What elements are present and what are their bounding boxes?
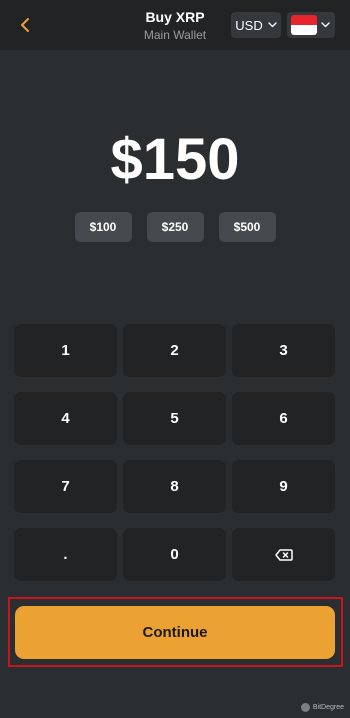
backspace-icon [274, 548, 293, 561]
indonesia-flag-icon [291, 15, 317, 35]
key-9[interactable]: 9 [232, 460, 335, 513]
currency-select[interactable]: USD [231, 12, 281, 38]
page-title: Buy XRP [145, 9, 205, 25]
backspace-key[interactable] [232, 528, 335, 581]
preset-amounts: $100 $250 $500 [0, 212, 350, 242]
region-select[interactable] [287, 12, 335, 38]
header-title-group: Buy XRP Main Wallet [110, 8, 240, 43]
wallet-subtitle: Main Wallet [143, 28, 207, 42]
bitdegree-logo-icon [300, 703, 310, 712]
chevron-down-icon [268, 22, 277, 28]
key-5[interactable]: 5 [123, 392, 226, 445]
key-3[interactable]: 3 [232, 324, 335, 377]
key-8[interactable]: 8 [123, 460, 226, 513]
preset-500-button[interactable]: $500 [218, 212, 276, 242]
key-4[interactable]: 4 [14, 392, 117, 445]
key-2[interactable]: 2 [123, 324, 226, 377]
key-1[interactable]: 1 [14, 324, 117, 377]
continue-button[interactable]: Continue [15, 606, 335, 659]
back-button[interactable] [10, 10, 40, 40]
amount-display: $150 [110, 127, 240, 192]
preset-100-button[interactable]: $100 [74, 212, 132, 242]
watermark-text: BitDegree [312, 704, 344, 711]
key-7[interactable]: 7 [14, 460, 117, 513]
app-header: Buy XRP Main Wallet USD [0, 0, 350, 50]
bitdegree-watermark: BitDegree [300, 703, 344, 712]
preset-250-button[interactable]: $250 [146, 212, 204, 242]
key-6[interactable]: 6 [232, 392, 335, 445]
chevron-down-icon [321, 22, 330, 28]
currency-label: USD [235, 17, 263, 33]
numeric-keypad: 1 2 3 4 5 6 7 8 9 . 0 [14, 324, 336, 581]
key-0[interactable]: 0 [123, 528, 226, 581]
key-decimal[interactable]: . [14, 528, 117, 581]
chevron-left-icon [21, 18, 29, 32]
